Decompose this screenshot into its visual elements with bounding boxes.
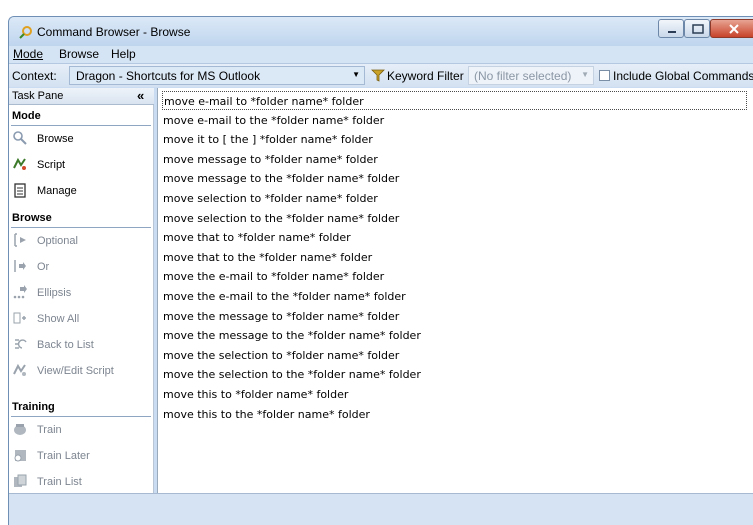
- task-label: Train: [37, 424, 62, 436]
- section-browse: Browse: [12, 212, 52, 224]
- section-divider: [11, 125, 151, 126]
- close-icon: [729, 24, 739, 34]
- status-bar: [9, 493, 753, 525]
- task-manage[interactable]: Manage: [12, 182, 150, 200]
- maximize-icon: [692, 24, 704, 34]
- manage-icon: [14, 183, 26, 198]
- command-row[interactable]: move the selection to *folder name* fold…: [162, 346, 399, 365]
- maximize-button[interactable]: [684, 19, 710, 38]
- context-value: Dragon - Shortcuts for MS Outlook: [76, 69, 261, 83]
- menu-browse[interactable]: Browse: [59, 47, 99, 61]
- task-label: View/Edit Script: [37, 365, 114, 377]
- optional-icon: [14, 233, 26, 247]
- train-list-icon: [14, 474, 27, 487]
- task-or[interactable]: Or: [12, 258, 150, 276]
- command-row[interactable]: move the e-mail to *folder name* folder: [162, 267, 384, 286]
- task-label: Or: [37, 261, 50, 273]
- keyword-filter-value: (No filter selected): [474, 69, 572, 83]
- task-train-later[interactable]: Train Later: [12, 447, 150, 465]
- command-row[interactable]: move message to the *folder name* folder: [162, 169, 399, 188]
- section-mode: Mode: [12, 110, 41, 122]
- section-training: Training: [12, 401, 55, 413]
- command-row[interactable]: move the e-mail to the *folder name* fol…: [162, 287, 406, 306]
- task-script[interactable]: Script: [12, 156, 150, 174]
- close-button[interactable]: [710, 19, 753, 38]
- command-row[interactable]: move the message to the *folder name* fo…: [162, 326, 421, 345]
- keyword-filter-label: Keyword Filter: [387, 69, 464, 83]
- task-pane-title: Task Pane: [12, 90, 64, 102]
- task-show-all[interactable]: Show All: [12, 310, 150, 328]
- task-ellipsis[interactable]: Ellipsis: [12, 284, 150, 302]
- menu-help[interactable]: Help: [111, 47, 136, 61]
- task-train[interactable]: Train: [12, 421, 150, 439]
- task-label: Back to List: [37, 339, 94, 351]
- collapse-pane-icon[interactable]: «: [137, 88, 144, 103]
- command-row[interactable]: move e-mail to the *folder name* folder: [162, 111, 384, 130]
- script-icon: [13, 157, 26, 170]
- task-back-to-list[interactable]: Back to List: [12, 336, 150, 354]
- task-label: Manage: [37, 185, 77, 197]
- section-divider: [11, 416, 151, 417]
- section-divider: [11, 227, 151, 228]
- magnifier-icon: [13, 131, 27, 145]
- back-to-list-icon: [15, 339, 27, 349]
- task-label: Optional: [37, 235, 78, 247]
- minimize-icon: [668, 31, 676, 33]
- task-optional[interactable]: Optional: [12, 232, 150, 250]
- command-row[interactable]: move the selection to the *folder name* …: [162, 365, 421, 384]
- task-label: Train Later: [37, 450, 90, 462]
- title-bar[interactable]: Command Browser - Browse: [9, 17, 753, 46]
- menu-mode[interactable]: Mode: [13, 47, 43, 61]
- task-label: Browse: [37, 133, 74, 145]
- context-label: Context:: [12, 69, 57, 83]
- window-title: Command Browser - Browse: [37, 25, 191, 39]
- command-row[interactable]: move that to *folder name* folder: [162, 228, 351, 247]
- command-row[interactable]: move message to *folder name* folder: [162, 150, 378, 169]
- command-row[interactable]: move it to [ the ] *folder name* folder: [162, 130, 373, 149]
- keyword-filter-select[interactable]: (No filter selected) ▼: [468, 66, 594, 85]
- train-later-icon: [14, 450, 26, 462]
- command-row[interactable]: move e-mail to *folder name* folder: [162, 91, 747, 110]
- toolbar: Context: Dragon - Shortcuts for MS Outlo…: [9, 63, 753, 87]
- view-edit-script-icon: [13, 363, 26, 376]
- task-pane-header: Task Pane «: [9, 88, 154, 105]
- context-select[interactable]: Dragon - Shortcuts for MS Outlook ▼: [69, 66, 365, 85]
- task-label: Train List: [37, 476, 82, 488]
- dropdown-arrow-icon: ▼: [352, 70, 360, 79]
- task-label: Show All: [37, 313, 80, 325]
- task-pane: Task Pane « Mode Browse Script Manage Browse…: [9, 88, 154, 493]
- command-row[interactable]: move selection to *folder name* folder: [162, 189, 378, 208]
- or-icon: [14, 260, 26, 272]
- command-list[interactable]: move e-mail to *folder name* folder move …: [157, 88, 753, 493]
- include-global-label[interactable]: Include Global Commands: [613, 69, 753, 83]
- task-train-list[interactable]: Train List: [12, 473, 150, 491]
- task-browse[interactable]: Browse: [12, 130, 150, 148]
- task-label: Script: [37, 159, 66, 171]
- command-row[interactable]: move that to the *folder name* folder: [162, 248, 372, 267]
- minimize-button[interactable]: [658, 19, 684, 38]
- include-global-checkbox[interactable]: [599, 70, 610, 81]
- funnel-filter-icon: [371, 69, 385, 82]
- command-row[interactable]: move selection to the *folder name* fold…: [162, 209, 399, 228]
- menu-bar: Mode Browse Help: [9, 46, 753, 63]
- task-label: Ellipsis: [37, 287, 72, 299]
- command-row[interactable]: move this to the *folder name* folder: [162, 405, 370, 424]
- dropdown-arrow-icon: ▼: [581, 70, 589, 79]
- show-all-icon: [13, 312, 26, 324]
- command-row[interactable]: move this to *folder name* folder: [162, 385, 348, 404]
- dragon-app-icon: [19, 26, 32, 39]
- command-row[interactable]: move the message to *folder name* folder: [162, 307, 399, 326]
- ellipsis-icon: [13, 285, 27, 299]
- train-icon: [14, 424, 26, 435]
- task-view-edit-script[interactable]: View/Edit Script: [12, 362, 150, 380]
- command-browser-window: Command Browser - Browse Mode Browse Hel…: [8, 16, 753, 525]
